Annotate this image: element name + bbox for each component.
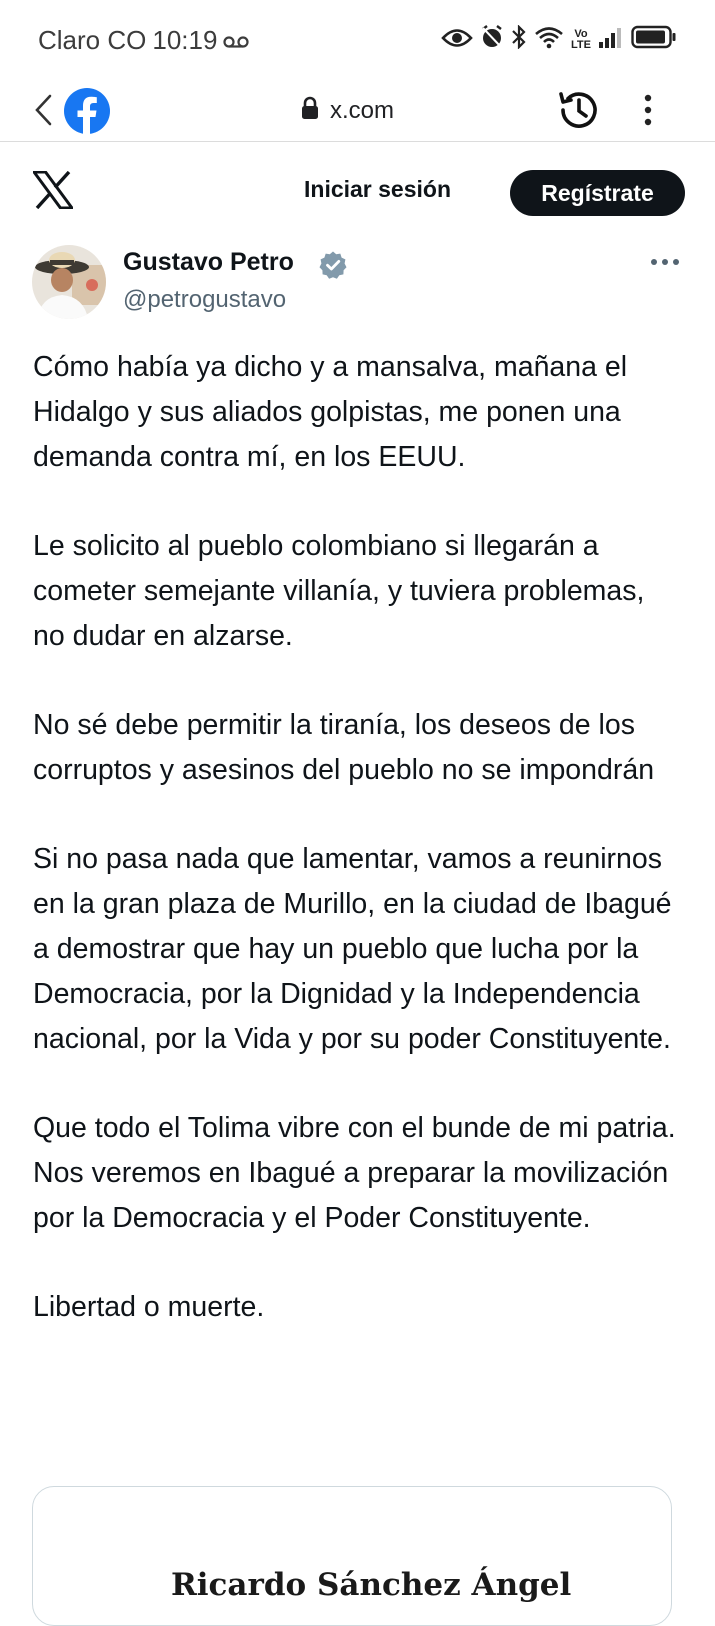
tweet-paragraph: Libertad o muerte. [33, 1291, 265, 1323]
history-icon [559, 92, 597, 128]
tweet-paragraph: Cómo había ya dicho y a mansalva, mañana… [33, 351, 628, 473]
volte-indicator: Vo LTE [571, 29, 591, 51]
chevron-left-icon [35, 94, 52, 126]
address-bar[interactable]: x.com [300, 94, 394, 128]
tweet-header: Gustavo Petro @petrogustavo [0, 245, 715, 330]
login-link[interactable]: Iniciar sesión [304, 176, 451, 203]
tweet-paragraph: No sé debe permitir la tiranía, los dese… [33, 709, 655, 786]
battery-icon [631, 25, 677, 56]
tweet-text: Cómo había ya dicho y a mansalva, mañana… [33, 345, 683, 1374]
author-handle[interactable]: @petrogustavo [123, 286, 286, 314]
avatar[interactable] [32, 245, 106, 319]
x-header: Iniciar sesión Regístrate [0, 142, 715, 238]
browser-menu-button[interactable] [636, 90, 660, 130]
voicemail-icon [223, 25, 250, 56]
volte-bottom: LTE [571, 39, 591, 51]
attached-image: Ricardo Sánchez Ángel [33, 1487, 671, 1625]
attached-image-text: Ricardo Sánchez Ángel [171, 1567, 572, 1603]
history-button[interactable] [555, 86, 603, 134]
bluetooth-icon [511, 23, 527, 56]
status-left: Claro CO 10:19 [38, 24, 250, 56]
facebook-icon[interactable] [64, 88, 110, 134]
attached-image-card[interactable]: Ricardo Sánchez Ángel [32, 1486, 672, 1626]
clock: 10:19 [152, 24, 218, 55]
register-button[interactable]: Regístrate [510, 170, 685, 216]
tweet-paragraph: Le solicito al pueblo colombiano si lleg… [33, 530, 645, 652]
eye-icon [441, 25, 473, 56]
status-bar: Claro CO 10:19 Vo LTE [0, 0, 715, 80]
browser-toolbar: x.com [0, 80, 715, 142]
status-right: Vo LTE [441, 23, 677, 56]
x-logo-icon[interactable] [31, 170, 75, 210]
wifi-icon [534, 25, 564, 56]
author-name[interactable]: Gustavo Petro [123, 248, 294, 277]
back-button[interactable] [32, 92, 56, 128]
tweet-paragraph: Que todo el Tolima vibre con el bunde de… [33, 1112, 676, 1234]
url-text: x.com [330, 97, 395, 124]
more-vertical-icon [644, 94, 652, 126]
tweet-paragraph: Si no pasa nada que lamentar, vamos a re… [33, 843, 672, 1055]
alarm-off-icon [480, 24, 504, 56]
more-horizontal-icon [651, 259, 679, 265]
lock-icon [300, 96, 320, 127]
verified-badge-icon [318, 250, 348, 280]
carrier-label: Claro CO [38, 24, 147, 55]
signal-icon [598, 25, 624, 56]
more-options-button[interactable] [650, 255, 680, 267]
